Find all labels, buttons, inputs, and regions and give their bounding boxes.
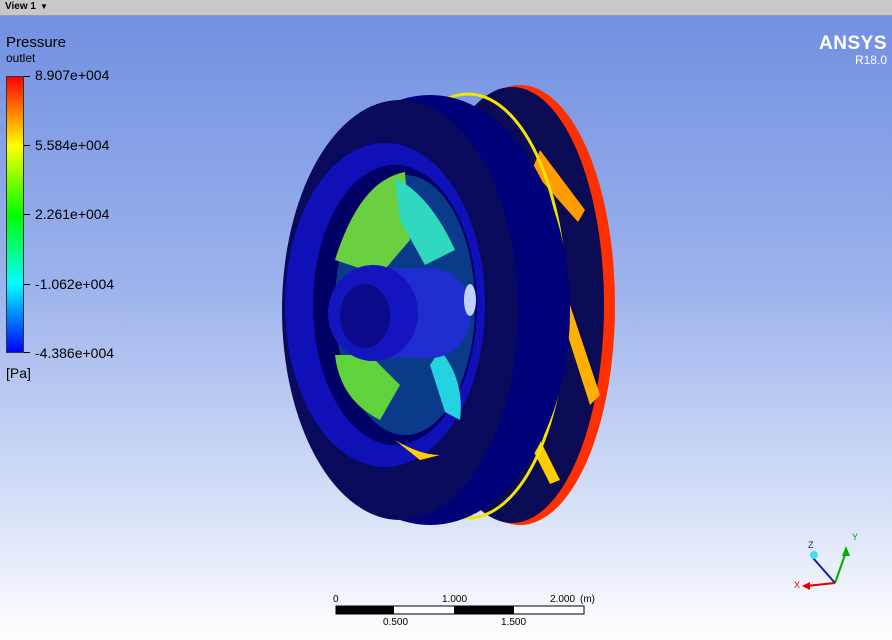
legend-label: 5.584e+004 xyxy=(35,137,110,153)
x-axis-label: X xyxy=(794,580,800,590)
version-label: R18.0 xyxy=(854,53,887,67)
y-axis-line xyxy=(834,551,847,584)
legend-tick xyxy=(24,76,30,77)
legend-label: 2.261e+004 xyxy=(35,206,110,222)
hub-highlight xyxy=(464,284,476,316)
scale-bar xyxy=(335,605,585,615)
legend-label-min: -4.386e+004 xyxy=(35,345,115,361)
impeller-3d-model[interactable] xyxy=(0,0,892,640)
graphics-viewport[interactable]: View 1 ▼ Pressure outlet 8.907e+004 5.58… xyxy=(0,0,892,640)
scale-label: 0 xyxy=(333,594,339,605)
legend-label: -1.062e+004 xyxy=(35,276,115,292)
z-axis-line xyxy=(812,557,836,584)
z-axis-label: Z xyxy=(808,540,814,550)
y-axis-arrow-icon xyxy=(842,546,850,556)
hub-bore xyxy=(340,284,390,348)
legend-tick xyxy=(24,352,30,353)
x-axis-arrow-icon xyxy=(802,582,810,590)
x-axis-line xyxy=(805,582,836,587)
scale-label: 1.000 xyxy=(442,594,468,605)
legend-tick xyxy=(24,284,30,285)
scale-label: 2.000 xyxy=(550,594,576,605)
axis-triad[interactable]: Y Z X xyxy=(780,528,860,598)
legend-subtitle: outlet xyxy=(6,51,36,65)
legend-tick xyxy=(24,145,30,146)
legend-units: [Pa] xyxy=(6,365,31,381)
scale-label: 0.500 xyxy=(383,617,409,628)
legend-tick xyxy=(24,214,30,215)
scale-label: 1.500 xyxy=(501,617,527,628)
y-axis-label: Y xyxy=(852,532,858,542)
legend-label-max: 8.907e+004 xyxy=(35,67,110,83)
z-axis-marker-icon xyxy=(810,551,818,559)
scale-units: (m) xyxy=(580,594,595,605)
color-legend-bar xyxy=(6,76,24,353)
ansys-logo: ANSYS xyxy=(819,33,887,54)
legend-title: Pressure xyxy=(6,34,67,51)
